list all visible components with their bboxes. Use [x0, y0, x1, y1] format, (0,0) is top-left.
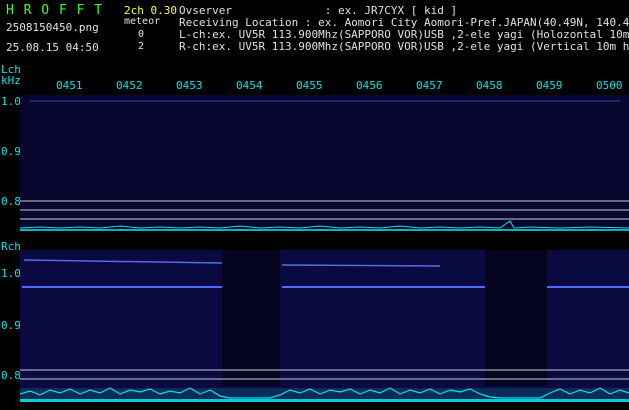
rch-spectrogram: [19, 250, 629, 402]
spectrogram-canvas: [19, 95, 629, 402]
lch-spectrogram: [19, 95, 629, 231]
hrofft-screen: H R O F F T 2ch 0.30 2508150450.png mete…: [0, 0, 629, 410]
